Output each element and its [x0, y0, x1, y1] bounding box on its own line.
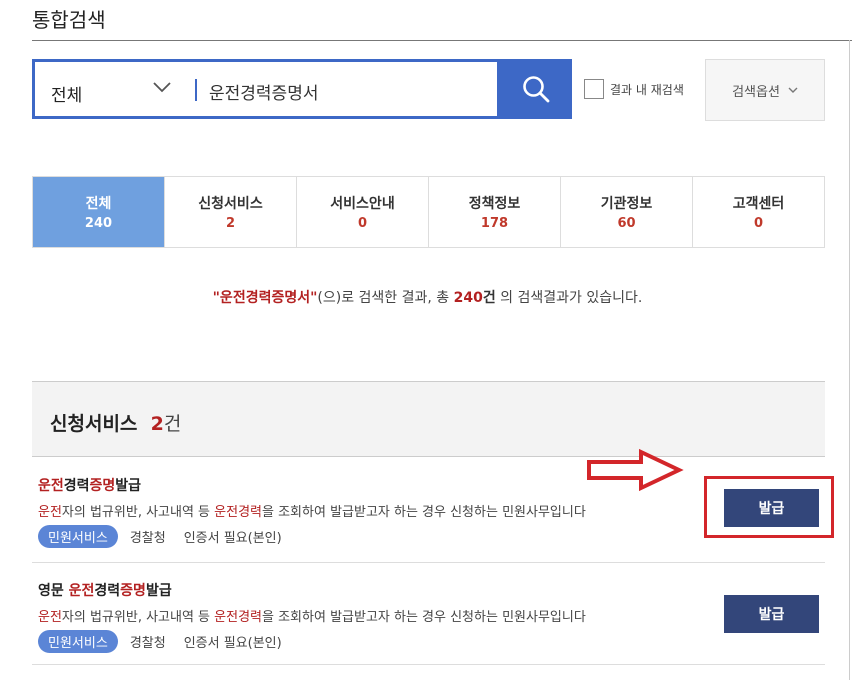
arrow-right-icon [587, 448, 684, 492]
tab-count: 0 [753, 216, 764, 231]
search-input[interactable] [207, 74, 491, 108]
scope-select[interactable]: 전체 [35, 62, 190, 116]
category-tabs: 전체 240 신청서비스 2 서비스안내 0 정책정보 178 기관정보 60 … [32, 176, 825, 248]
search-options-label: 검색옵션 [732, 84, 780, 100]
tab-label: 신청서비스 [198, 196, 263, 212]
desc-part: 을 조회하여 발급받고자 하는 경우 신청하는 민원사무입니다 [262, 505, 586, 520]
tab-label: 서비스안내 [330, 196, 395, 212]
right-border [849, 40, 850, 680]
summary-total: 240 [453, 290, 483, 306]
title-part: 발급 [145, 583, 172, 599]
summary-text: (으)로 검색한 결과, 총 [317, 290, 454, 306]
tab-service-guide[interactable]: 서비스안내 0 [296, 177, 428, 247]
tab-count: 60 [617, 216, 636, 231]
scope-label: 전체 [51, 86, 83, 106]
desc-part: 자의 법규위반, 사고내역 등 [61, 610, 215, 625]
agency-label: 경찰청 [129, 531, 166, 546]
tab-count: 2 [225, 216, 236, 231]
tab-label: 정책정보 [468, 196, 521, 212]
page-title: 통합검색 [32, 8, 106, 32]
tab-label: 전체 [85, 196, 112, 212]
cert-requirement: 인증서 필요(본인) [183, 531, 282, 546]
chevron-down-icon [788, 87, 798, 93]
tab-customer-center[interactable]: 고객센터 0 [692, 177, 824, 247]
tab-application-services[interactable]: 신청서비스 2 [164, 177, 296, 247]
title-highlight: 증명 [89, 478, 116, 494]
search-icon [523, 76, 550, 103]
tab-label: 고객센터 [732, 196, 785, 212]
title-divider [32, 40, 852, 41]
tab-count: 240 [84, 216, 113, 231]
agency-label: 경찰청 [129, 636, 166, 651]
result-title[interactable]: 운전경력증명발급 [38, 475, 141, 495]
desc-highlight: 운전경력 [214, 505, 262, 520]
result-title[interactable]: 영문 운전경력증명발급 [38, 580, 172, 600]
research-toggle[interactable]: 결과 내 재검색 [584, 79, 684, 99]
section-name: 신청서비스 [50, 413, 138, 435]
title-part: 경력 [63, 478, 90, 494]
chevron-down-icon [153, 82, 171, 93]
title-part: 영문 [38, 583, 69, 599]
desc-highlight: 운전경력 [214, 610, 262, 625]
result-divider [32, 664, 825, 665]
result-divider [32, 562, 825, 563]
tab-count: 178 [480, 216, 509, 231]
desc-highlight: 운전 [38, 505, 62, 520]
title-highlight: 운전 [68, 583, 95, 599]
tab-label: 기관정보 [600, 196, 653, 212]
result-summary: "운전경력증명서"(으)로 검색한 결과, 총 240건 의 검색결과가 있습니… [0, 287, 855, 307]
summary-text-end: 의 검색결과가 있습니다. [495, 290, 643, 306]
section-count: 2 [150, 413, 164, 435]
desc-part: 을 조회하여 발급받고자 하는 경우 신청하는 민원사무입니다 [262, 610, 586, 625]
desc-part: 자의 법규위반, 사고내역 등 [61, 505, 215, 520]
research-label: 결과 내 재검색 [610, 82, 684, 97]
search-divider [195, 79, 197, 101]
result-meta: 민원서비스 경찰청 인증서 필요(본인) [38, 525, 282, 548]
summary-unit: 건 [482, 290, 496, 306]
annotation-highlight-box [704, 476, 834, 538]
tab-count: 0 [357, 216, 368, 231]
result-meta: 민원서비스 경찰청 인증서 필요(본인) [38, 630, 282, 653]
tab-all[interactable]: 전체 240 [33, 177, 164, 247]
title-part: 경력 [94, 583, 121, 599]
section-title: 신청서비스 2건 [50, 409, 181, 436]
cert-requirement: 인증서 필요(본인) [183, 636, 282, 651]
research-checkbox[interactable] [584, 79, 604, 99]
title-highlight: 증명 [120, 583, 146, 599]
search-options-button[interactable]: 검색옵션 [705, 59, 825, 121]
title-highlight: 운전 [38, 478, 64, 494]
tab-agency-info[interactable]: 기관정보 60 [560, 177, 692, 247]
search-box: 전체 [32, 59, 500, 119]
summary-keyword: "운전경력증명서" [212, 290, 318, 306]
desc-highlight: 운전 [38, 610, 62, 625]
tab-policy-info[interactable]: 정책정보 178 [428, 177, 560, 247]
search-button[interactable] [500, 59, 572, 119]
result-description: 운전자의 법규위반, 사고내역 등 운전경력을 조회하여 발급받고자 하는 경우… [38, 606, 586, 625]
result-description: 운전자의 법규위반, 사고내역 등 운전경력을 조회하여 발급받고자 하는 경우… [38, 501, 586, 520]
category-badge: 민원서비스 [38, 630, 118, 653]
title-part: 발급 [115, 478, 142, 494]
section-header: 신청서비스 2건 [32, 381, 825, 457]
category-badge: 민원서비스 [38, 525, 118, 548]
section-unit: 건 [163, 413, 182, 435]
issue-button[interactable]: 발급 [724, 595, 819, 633]
